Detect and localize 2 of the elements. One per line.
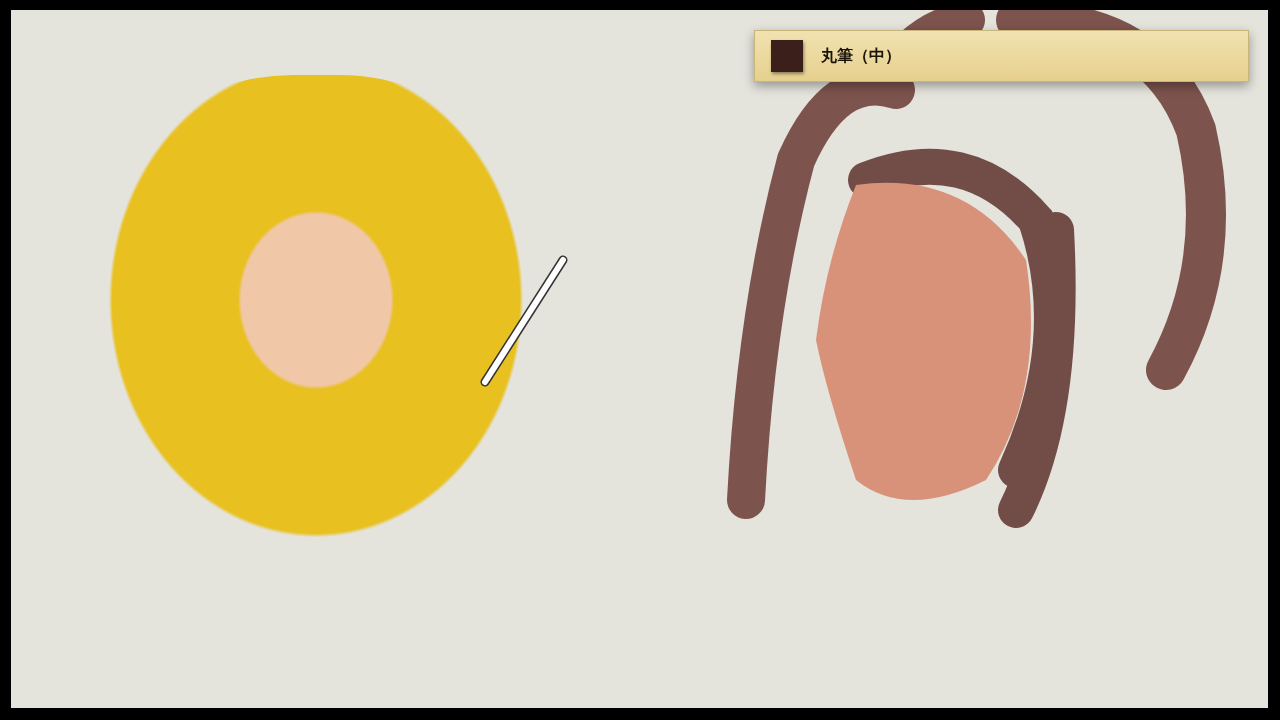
painting-canvas[interactable]: 丸筆（中） <box>11 10 1268 708</box>
brush-name: 丸筆（中） <box>821 45 901 67</box>
